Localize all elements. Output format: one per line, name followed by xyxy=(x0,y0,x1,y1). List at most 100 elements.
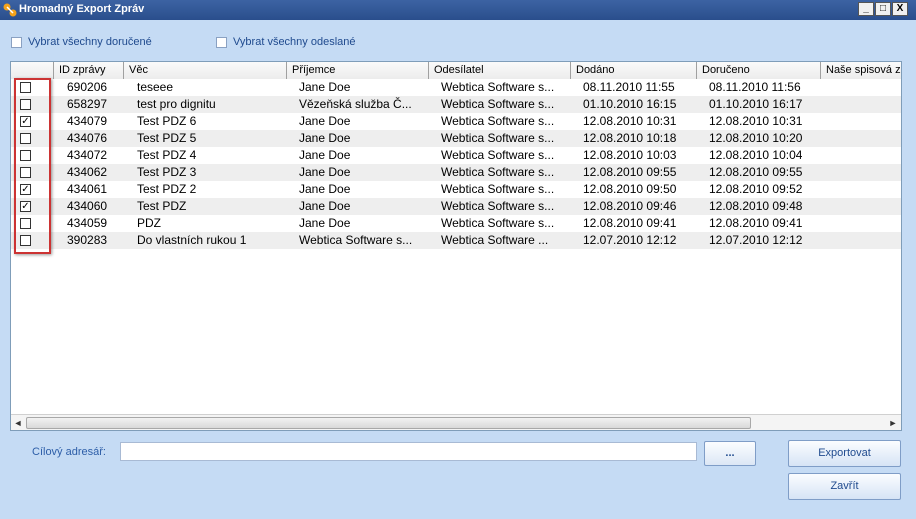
table-row[interactable]: 434062 Test PDZ 3 Jane Doe Webtica Software… xyxy=(11,164,901,181)
row-checkbox[interactable]: ✓ xyxy=(20,116,31,127)
cell-received: 12.08.2010 09:55 xyxy=(709,165,803,179)
cell-delivered: 12.08.2010 09:46 xyxy=(583,199,677,213)
grid-header: ID zprávy Věc Příjemce Odesílatel Dodáno… xyxy=(11,62,901,79)
table-row[interactable]: 658297 test pro dignitu Vězeňská služba Č.… xyxy=(11,96,901,113)
cell-id: 434076 xyxy=(67,131,108,145)
cell-id: 434079 xyxy=(67,114,108,128)
table-row[interactable]: 434059 PDZ Jane Doe Webtica Software s... 12… xyxy=(11,215,901,232)
column-header-recipient[interactable]: Příjemce xyxy=(287,62,429,79)
browse-button[interactable]: ... xyxy=(704,441,756,466)
cell-delivered: 12.08.2010 09:55 xyxy=(583,165,677,179)
cell-recipient: Vězeňská služba Č... xyxy=(299,97,412,111)
cell-recipient: Jane Doe xyxy=(299,199,351,213)
cell-recipient: Jane Doe xyxy=(299,165,351,179)
row-checkbox[interactable] xyxy=(20,133,31,144)
row-checkbox[interactable] xyxy=(20,82,31,93)
cell-received: 12.08.2010 09:52 xyxy=(709,182,803,196)
titlebar: Hromadný Export Zpráv _ □ X xyxy=(0,0,916,20)
horizontal-scrollbar[interactable]: ◄ ► xyxy=(11,414,901,430)
column-header-delivered[interactable]: Dodáno xyxy=(571,62,697,79)
cell-received: 12.08.2010 09:48 xyxy=(709,199,803,213)
cell-received: 12.08.2010 10:04 xyxy=(709,148,803,162)
row-checkbox[interactable] xyxy=(20,150,31,161)
scroll-left-button[interactable]: ◄ xyxy=(11,416,25,430)
column-header-reference[interactable]: Naše spisová zn xyxy=(821,62,901,79)
scroll-right-button[interactable]: ► xyxy=(886,416,900,430)
window-title: Hromadný Export Zpráv xyxy=(19,3,145,15)
cell-subject: teseee xyxy=(137,80,174,94)
select-all-sent-option[interactable]: Vybrat všechny odeslané xyxy=(216,34,356,50)
close-button[interactable]: Zavřít xyxy=(788,473,901,500)
select-all-received-checkbox[interactable] xyxy=(11,36,22,48)
row-checkbox[interactable] xyxy=(20,167,31,178)
cell-sender: Webtica Software s... xyxy=(441,165,555,179)
scrollbar-thumb[interactable] xyxy=(26,417,751,429)
cell-subject: PDZ xyxy=(137,216,161,230)
cell-delivered: 12.08.2010 10:31 xyxy=(583,114,677,128)
column-header-received[interactable]: Doručeno xyxy=(697,62,821,79)
column-header-select[interactable] xyxy=(11,62,54,79)
app-icon xyxy=(3,3,17,17)
cell-recipient: Jane Doe xyxy=(299,114,351,128)
maximize-button[interactable]: □ xyxy=(875,2,891,16)
cell-received: 12.08.2010 10:31 xyxy=(709,114,803,128)
cell-subject: Test PDZ 6 xyxy=(137,114,197,128)
cell-subject: Test PDZ 3 xyxy=(137,165,197,179)
cell-delivered: 08.11.2010 11:55 xyxy=(583,80,675,94)
table-row[interactable]: ✓ 434061 Test PDZ 2 Jane Doe Webtica Softwar… xyxy=(11,181,901,198)
cell-delivered: 12.08.2010 09:41 xyxy=(583,216,677,230)
export-button[interactable]: Exportovat xyxy=(788,440,901,467)
cell-sender: Webtica Software s... xyxy=(441,97,555,111)
select-all-sent-label: Vybrat všechny odeslané xyxy=(233,36,356,48)
select-all-received-label: Vybrat všechny doručené xyxy=(28,36,152,48)
cell-received: 08.11.2010 11:56 xyxy=(709,80,801,94)
row-checkbox[interactable] xyxy=(20,218,31,229)
cell-recipient: Jane Doe xyxy=(299,80,351,94)
grid-rows: 690206 teseee Jane Doe Webtica Software s..… xyxy=(11,79,901,249)
cell-id: 434060 xyxy=(67,199,108,213)
cell-id: 434061 xyxy=(67,182,108,196)
cell-received: 12.07.2010 12:12 xyxy=(709,233,803,247)
row-checkbox[interactable]: ✓ xyxy=(20,201,31,212)
cell-id: 434062 xyxy=(67,165,108,179)
cell-sender: Webtica Software s... xyxy=(441,131,555,145)
cell-delivered: 12.08.2010 09:50 xyxy=(583,182,677,196)
column-header-id[interactable]: ID zprávy xyxy=(54,62,124,79)
cell-sender: Webtica Software s... xyxy=(441,114,555,128)
cell-sender: Webtica Software s... xyxy=(441,148,555,162)
cell-sender: Webtica Software s... xyxy=(441,80,555,94)
cell-subject: Test PDZ 4 xyxy=(137,148,197,162)
table-row[interactable]: 690206 teseee Jane Doe Webtica Software s..… xyxy=(11,79,901,96)
target-directory-label: Cílový adresář: xyxy=(32,446,106,458)
select-all-sent-checkbox[interactable] xyxy=(216,36,227,48)
cell-subject: Test PDZ xyxy=(137,199,187,213)
row-checkbox[interactable]: ✓ xyxy=(20,184,31,195)
table-row[interactable]: ✓ 434060 Test PDZ Jane Doe Webtica Software … xyxy=(11,198,901,215)
cell-received: 12.08.2010 09:41 xyxy=(709,216,803,230)
cell-subject: Test PDZ 5 xyxy=(137,131,197,145)
column-header-sender[interactable]: Odesílatel xyxy=(429,62,571,79)
export-window: Hromadný Export Zpráv _ □ X Vybrat všech… xyxy=(0,0,916,519)
cell-subject: Do vlastních rukou 1 xyxy=(137,233,247,247)
table-row[interactable]: 390283 Do vlastních rukou 1 Webtica Softwa… xyxy=(11,232,901,249)
table-row[interactable]: ✓ 434079 Test PDZ 6 Jane Doe Webtica Softwar… xyxy=(11,113,901,130)
cell-delivered: 12.08.2010 10:03 xyxy=(583,148,677,162)
column-header-subject[interactable]: Věc xyxy=(124,62,287,79)
cell-recipient: Jane Doe xyxy=(299,148,351,162)
minimize-button[interactable]: _ xyxy=(858,2,874,16)
cell-id: 434072 xyxy=(67,148,108,162)
messages-grid: ID zprávy Věc Příjemce Odesílatel Dodáno… xyxy=(10,61,902,431)
cell-recipient: Jane Doe xyxy=(299,216,351,230)
cell-recipient: Jane Doe xyxy=(299,182,351,196)
cell-id: 390283 xyxy=(67,233,108,247)
target-directory-input[interactable] xyxy=(120,442,697,461)
table-row[interactable]: 434072 Test PDZ 4 Jane Doe Webtica Software… xyxy=(11,147,901,164)
cell-id: 658297 xyxy=(67,97,108,111)
cell-sender: Webtica Software s... xyxy=(441,216,555,230)
row-checkbox[interactable] xyxy=(20,235,31,246)
cell-subject: Test PDZ 2 xyxy=(137,182,197,196)
select-all-received-option[interactable]: Vybrat všechny doručené xyxy=(11,34,152,50)
table-row[interactable]: 434076 Test PDZ 5 Jane Doe Webtica Software… xyxy=(11,130,901,147)
close-window-button[interactable]: X xyxy=(892,2,908,16)
row-checkbox[interactable] xyxy=(20,99,31,110)
